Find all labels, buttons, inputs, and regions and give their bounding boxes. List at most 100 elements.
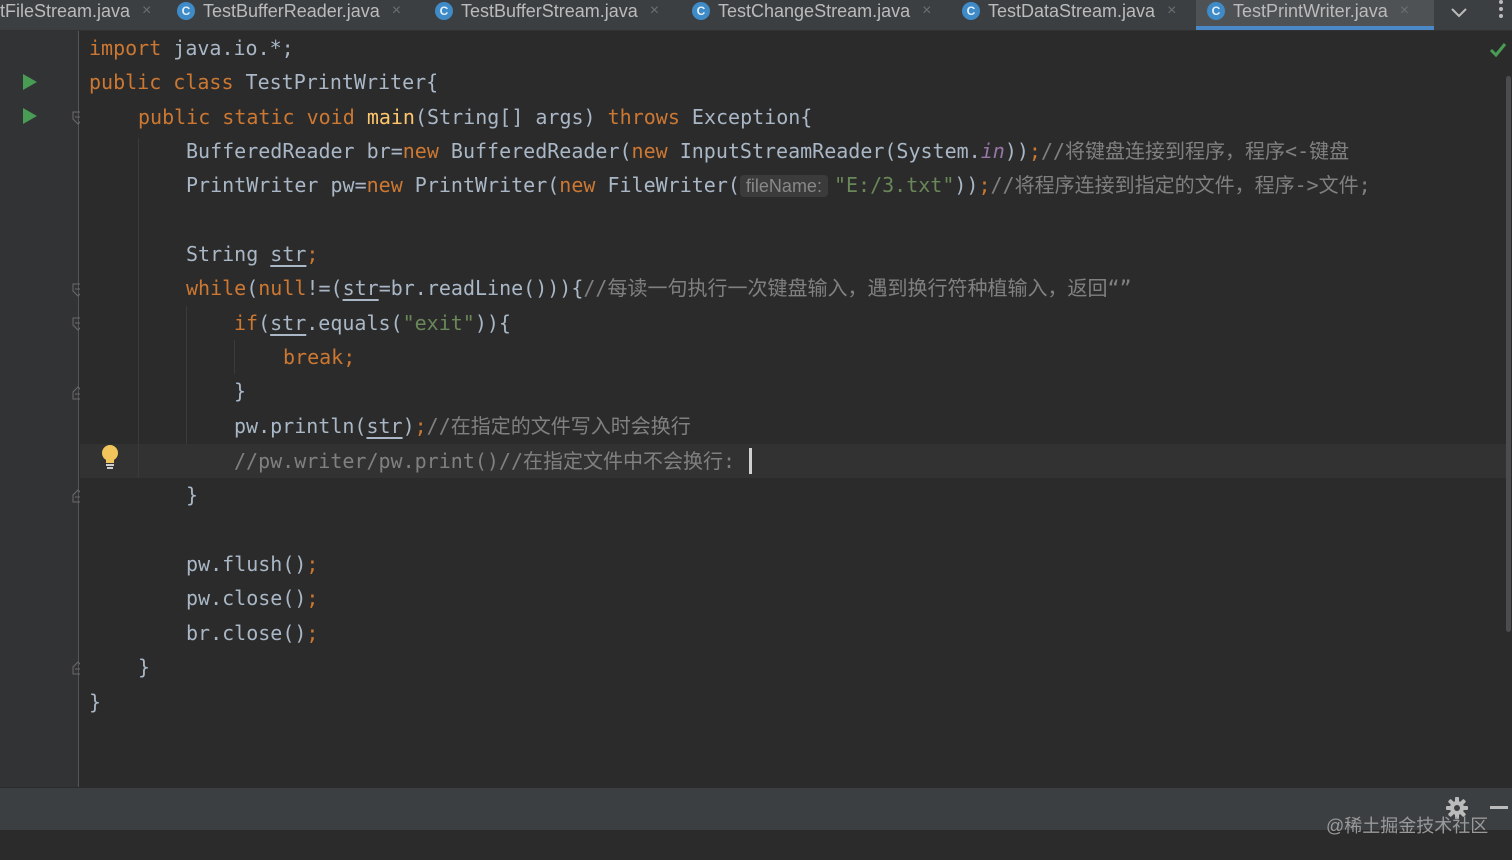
close-icon[interactable]: × <box>142 2 151 20</box>
code-text: PrintWriter( <box>402 173 560 197</box>
tab-list-chevron-down-icon[interactable] <box>1446 0 1472 26</box>
static-field: in <box>980 139 1005 163</box>
code-text: Exception{ <box>679 105 813 129</box>
code-text: )) <box>1004 139 1029 163</box>
java-class-icon: C <box>692 2 710 20</box>
keyword: new <box>559 173 596 197</box>
code-line-15: pw.close(); <box>186 581 318 615</box>
keyword: if <box>234 311 259 335</box>
tab-testbufferstream[interactable]: C TestBufferStream.java × <box>435 0 659 30</box>
run-main-icon[interactable] <box>23 108 37 124</box>
semicolon: ; <box>343 345 356 369</box>
keyword: break <box>283 345 344 369</box>
keyword: null <box>258 276 307 300</box>
semicolon: ; <box>414 414 427 438</box>
keyword: new <box>631 139 668 163</box>
code-line-8: if(str.equals("exit")){ <box>234 306 511 340</box>
code-text: PrintWriter pw= <box>186 173 367 197</box>
run-class-icon[interactable] <box>23 74 37 90</box>
code-text: (String[] args) <box>414 105 608 129</box>
code-text: )) <box>954 173 979 197</box>
code-text: =br.readLine())){ <box>378 276 584 300</box>
closing-brace: } <box>186 483 199 507</box>
keyword: public <box>89 70 162 94</box>
code-line-3: public static void main(String[] args) t… <box>138 100 812 134</box>
java-class-icon: C <box>177 2 195 20</box>
code-line-12: //pw.writer/pw.print()//在指定文件中不会换行: <box>234 444 735 478</box>
watermark: @稀土掘金技术社区 <box>1326 816 1489 836</box>
close-icon[interactable]: × <box>1167 2 1176 20</box>
semicolon: ; <box>306 586 319 610</box>
code-line-11: pw.println(str);//在指定的文件写入时会换行 <box>234 409 691 443</box>
code-text: BufferedReader br= <box>186 139 403 163</box>
code-text: pw.flush() <box>186 552 307 576</box>
comment: //将程序连接到指定的文件，程序->文件; <box>990 173 1371 197</box>
semicolon: ; <box>306 242 319 266</box>
code-line-14: pw.flush(); <box>186 547 318 581</box>
string-literal: "E:/3.txt" <box>833 173 955 197</box>
keyword: new <box>366 173 403 197</box>
java-class-icon: C <box>962 2 980 20</box>
comment: //将键盘连接到程序，程序<-键盘 <box>1040 139 1350 163</box>
minimize-icon[interactable] <box>1490 806 1508 809</box>
code-text: pw.println( <box>234 414 367 438</box>
keyword: static <box>222 105 295 129</box>
code-line-16: br.close(); <box>186 616 318 650</box>
code-line-7: while(null!=(str=br.readLine())){//每读一句执… <box>186 271 1132 305</box>
code-line-6: String str; <box>186 237 318 271</box>
tab-testprintwriter[interactable]: C TestPrintWriter.java × <box>1196 0 1434 30</box>
code-text: )){ <box>474 311 511 335</box>
tab-label: tFileStream.java <box>0 0 131 21</box>
code-line-13: } <box>186 478 198 512</box>
lightbulb-icon[interactable] <box>100 444 120 470</box>
tab-testdatastream[interactable]: C TestDataStream.java × <box>962 0 1176 30</box>
indent-guide <box>234 340 235 374</box>
keyword: new <box>402 139 439 163</box>
string-literal: "exit" <box>402 311 475 335</box>
no-problems-check-icon[interactable] <box>1488 40 1508 60</box>
code-text: FileWriter( <box>595 173 740 197</box>
java-class-icon: C <box>1207 2 1225 20</box>
status-bar <box>0 830 1512 860</box>
vertical-scrollbar[interactable] <box>1506 76 1511 632</box>
code-line-1: import java.io.*; <box>89 31 294 65</box>
tab-tfilestream[interactable]: tFileStream.java × <box>0 0 151 30</box>
variable: str <box>270 242 307 266</box>
closing-brace: } <box>234 379 247 403</box>
tab-label: TestBufferReader.java <box>203 0 380 21</box>
indent-guide <box>186 306 187 444</box>
comment: //在指定的文件写入时会换行 <box>426 414 691 438</box>
tab-label: TestBufferStream.java <box>461 0 638 21</box>
more-vertical-icon[interactable] <box>1493 0 1509 20</box>
semicolon: ; <box>1028 139 1041 163</box>
close-icon[interactable]: × <box>922 2 931 20</box>
code-line-18: } <box>89 685 101 719</box>
tab-testchangestream[interactable]: C TestChangeStream.java × <box>692 0 931 30</box>
code-text: !=( <box>306 276 343 300</box>
tab-label: TestPrintWriter.java <box>1233 0 1388 21</box>
close-icon[interactable]: × <box>650 2 659 20</box>
tab-label: TestDataStream.java <box>988 0 1156 21</box>
closing-brace: } <box>138 655 151 679</box>
semicolon: ; <box>978 173 991 197</box>
close-icon[interactable]: × <box>1400 2 1409 20</box>
code-text: InputStreamReader(System. <box>667 139 981 163</box>
code-line-9: break; <box>283 340 355 374</box>
parameter-hint: fileName: <box>739 175 828 197</box>
keyword: void <box>306 105 355 129</box>
semicolon: ; <box>306 552 319 576</box>
closing-brace: } <box>89 690 102 714</box>
keyword: class <box>173 70 234 94</box>
tab-testbufferreader[interactable]: C TestBufferReader.java × <box>177 0 401 30</box>
code-text: br.close() <box>186 621 307 645</box>
editor-tab-bar: tFileStream.java × C TestBufferReader.ja… <box>0 0 1512 31</box>
variable: str <box>342 276 379 300</box>
keyword: import <box>89 36 162 60</box>
keyword: public <box>138 105 211 129</box>
code-text: pw.close() <box>186 586 307 610</box>
java-class-icon: C <box>435 2 453 20</box>
class-name: TestPrintWriter{ <box>233 70 439 94</box>
comment: //pw.writer/pw.print()//在指定文件中不会换行: <box>234 449 736 473</box>
close-icon[interactable]: × <box>392 2 401 20</box>
method-name: main <box>366 105 415 129</box>
